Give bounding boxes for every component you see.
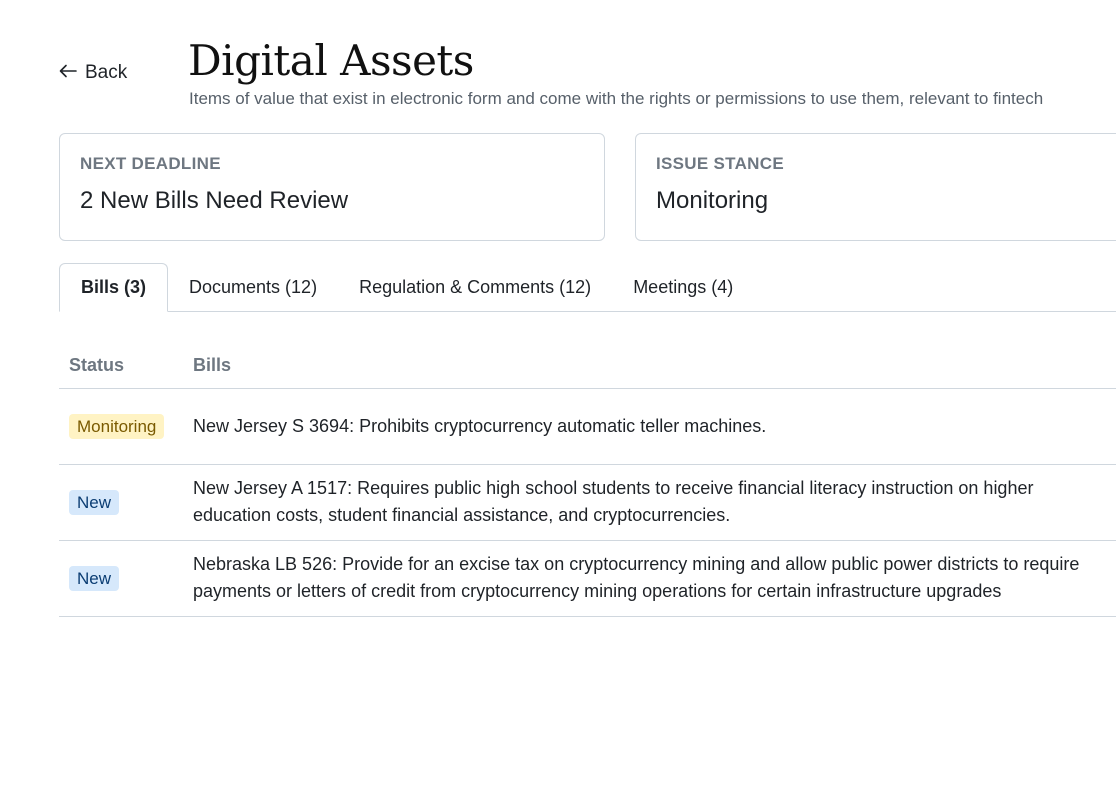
tab-documents[interactable]: Documents (12) [168,263,338,311]
status-badge: New [69,489,120,515]
issue-stance-label: ISSUE STANCE [656,154,784,173]
issue-stance-value: Monitoring [656,187,769,214]
tab-bar: Bills (3) Documents (12) Regulation & Co… [59,263,1116,312]
bills-table: Status Bills Monitoring New Jersey S 369… [59,341,1116,617]
bill-cell[interactable]: New Jersey S 3694: Prohibits cryptocurre… [183,388,1116,465]
table-header-row: Status Bills [59,341,1116,389]
back-label: Back [85,62,128,83]
bill-cell[interactable]: Nebraska LB 526: Provide for an excise t… [183,540,1116,617]
back-button[interactable]: Back [59,62,127,84]
status-badge: Monitoring [69,414,165,439]
table-row[interactable]: New New Jersey A 1517: Requires public h… [59,464,1116,541]
table-row[interactable]: New Nebraska LB 526: Provide for an exci… [59,540,1116,617]
status-cell: Monitoring [59,388,183,465]
page-title: Digital Assets [188,36,474,85]
tab-meetings[interactable]: Meetings (4) [612,263,754,311]
table-row[interactable]: Monitoring New Jersey S 3694: Prohibits … [59,388,1116,465]
status-badge: New [69,565,120,591]
arrow-left-icon [59,62,77,84]
bills-column-header: Bills [183,341,1116,389]
next-deadline-label: NEXT DEADLINE [80,154,221,173]
next-deadline-value: 2 New Bills Need Review [80,187,349,214]
bill-cell[interactable]: New Jersey A 1517: Requires public high … [183,464,1116,541]
page-subtitle: Items of value that exist in electronic … [189,89,1044,108]
issue-stance-card: ISSUE STANCE Monitoring [635,133,1116,241]
status-cell: New [59,540,183,617]
next-deadline-card: NEXT DEADLINE 2 New Bills Need Review [59,133,605,241]
status-column-header: Status [59,341,183,389]
status-cell: New [59,464,183,541]
tab-regulation-comments[interactable]: Regulation & Comments (12) [338,263,612,311]
tab-bills[interactable]: Bills (3) [59,263,169,312]
